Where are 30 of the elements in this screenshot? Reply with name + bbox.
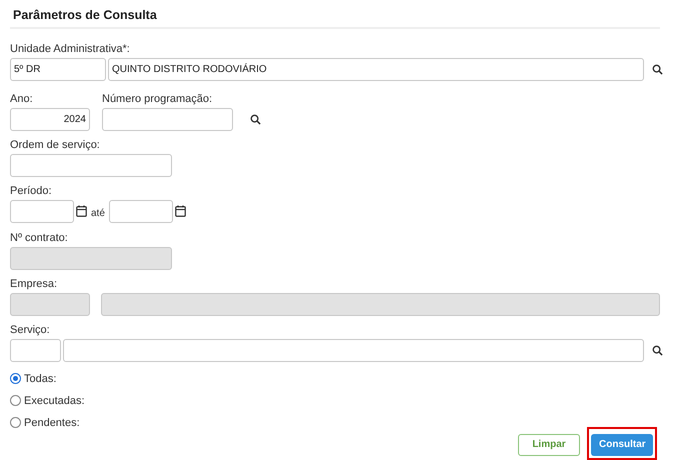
field-label: Número programação: [102, 92, 214, 105]
radio-label: Pendentes: [24, 416, 80, 430]
input-field[interactable]: 2024 [10, 108, 90, 131]
radio-button[interactable] [10, 373, 21, 384]
calendar-icon[interactable] [174, 205, 186, 218]
input-field[interactable] [63, 338, 644, 362]
field-label: Ordem de serviço: [10, 138, 101, 151]
search-icon[interactable] [652, 64, 663, 75]
radio-label: Todas: [24, 372, 56, 386]
field-label: Empresa: [10, 278, 58, 290]
input-field[interactable]: QUINTO DISTRITO RODOVIÁRIO [108, 58, 644, 81]
input-field[interactable] [102, 108, 233, 131]
search-icon[interactable] [250, 114, 261, 125]
input-field[interactable] [10, 154, 172, 177]
section-title: Parâmetros de Consulta [13, 7, 158, 24]
field-label: Período: [10, 184, 53, 197]
input-field[interactable] [108, 200, 173, 223]
input-field[interactable]: 5º DR [10, 58, 106, 81]
field-label: Ano: [10, 92, 34, 105]
input-field[interactable] [10, 200, 74, 223]
radio-button[interactable] [10, 395, 21, 406]
radio-label: Executadas: [24, 394, 85, 408]
separator-text: até [91, 206, 105, 221]
field-label: Nº contrato: [10, 232, 69, 244]
field-label: Unidade Administrativa*: [10, 42, 131, 55]
search-icon[interactable] [652, 344, 663, 356]
calendar-icon[interactable] [76, 205, 87, 218]
input-field[interactable] [10, 338, 61, 362]
radio-button[interactable] [10, 417, 21, 428]
field-label: Serviço: [10, 324, 51, 336]
